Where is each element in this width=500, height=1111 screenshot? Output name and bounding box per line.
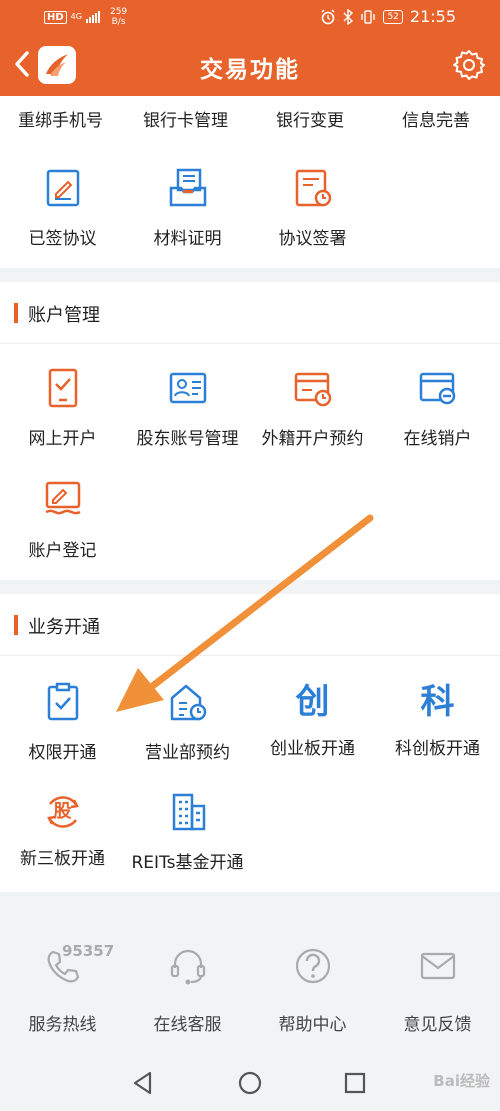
item-label: 科创板开通 xyxy=(395,739,480,759)
item-label: 在线销户 xyxy=(403,429,472,449)
item-label: 权限开通 xyxy=(28,743,97,763)
help-icon xyxy=(295,948,330,984)
alarm-icon xyxy=(321,8,335,24)
item-label: 帮助中心 xyxy=(278,1015,347,1035)
rebind-phone-link[interactable]: 重绑手机号 xyxy=(18,106,103,131)
item-label: 协议签署 xyxy=(278,229,347,249)
item-label: REITs基金开通 xyxy=(131,853,244,873)
hd-indicator: HD xyxy=(44,10,67,24)
help-center-button[interactable]: 帮助中心 xyxy=(250,946,375,1035)
close-account-item[interactable]: 在线销户 xyxy=(375,368,500,449)
app-header: 交易功能 xyxy=(0,34,500,96)
reits-item[interactable]: REITs基金开通 xyxy=(125,792,250,873)
nav-recents-icon[interactable] xyxy=(340,1068,370,1098)
item-label: 在线客服 xyxy=(153,1015,222,1035)
section-accent-bar xyxy=(14,303,18,323)
account-register-icon xyxy=(44,481,81,515)
bluetooth-icon xyxy=(343,8,354,25)
headset-icon xyxy=(170,949,205,985)
network-speed: 259 B/s xyxy=(110,7,127,27)
item-label: 外籍开户预约 xyxy=(261,429,364,449)
item-label: 已签协议 xyxy=(28,229,97,249)
battery-icon: 52 xyxy=(383,9,403,24)
clock: 21:55 xyxy=(409,7,456,26)
foreign-account-item[interactable]: 外籍开户预约 xyxy=(250,368,375,449)
foreign-account-icon xyxy=(294,372,331,407)
reits-icon xyxy=(172,793,205,831)
item-label: 材料证明 xyxy=(153,229,222,249)
top-row: 重绑手机号 银行卡管理 银行变更 信息完善 xyxy=(0,100,500,136)
permission-icon xyxy=(47,682,78,721)
close-account-icon xyxy=(419,372,455,405)
online-account-item[interactable]: 网上开户 xyxy=(0,368,125,449)
neeq-item[interactable]: 股 新三板开通 xyxy=(0,792,125,869)
signed-agreement-icon xyxy=(46,169,79,207)
online-support-button[interactable]: 在线客服 xyxy=(125,946,250,1035)
phone-icon xyxy=(47,950,79,983)
feedback-button[interactable]: 意见反馈 xyxy=(375,946,500,1035)
item-label: 服务热线 xyxy=(28,1015,97,1035)
section-header: 账户管理 xyxy=(0,282,500,344)
online-account-icon xyxy=(48,368,77,408)
permission-item[interactable]: 权限开通 xyxy=(0,682,125,763)
material-proof-icon xyxy=(169,168,206,207)
top-bar: HD 4G 259 B/s 52 21:55 交易功能 xyxy=(0,0,500,96)
shareholder-account-item[interactable]: 股东账号管理 xyxy=(125,368,250,449)
item-label: 网上开户 xyxy=(28,429,97,449)
agreement-sign-icon xyxy=(295,169,331,207)
info-complete-link[interactable]: 信息完善 xyxy=(402,106,470,131)
star-market-item[interactable]: 科 科创板开通 xyxy=(375,682,500,759)
system-nav-bar: Bai经验 xyxy=(0,1056,500,1111)
speed-value: 259 xyxy=(109,7,128,17)
item-label: 股东账号管理 xyxy=(136,429,239,449)
vibrate-icon xyxy=(361,9,376,24)
section-title: 业务开通 xyxy=(28,617,100,638)
neeq-icon: 股 xyxy=(43,792,83,832)
item-label: 营业部预约 xyxy=(145,743,230,763)
business-section: 业务开通 权限开通 营业部预约 创 创业板开通 科 科创板开通 股 新三板开通 … xyxy=(0,594,500,892)
chinext-item[interactable]: 创 创业板开通 xyxy=(250,682,375,759)
star-market-icon: 科 xyxy=(420,682,455,722)
material-proof-item[interactable]: 材料证明 xyxy=(125,168,250,249)
watermark: Bai经验 xyxy=(433,1072,490,1090)
signal-icon xyxy=(85,11,100,23)
status-bar: HD 4G 259 B/s 52 21:55 xyxy=(0,0,500,34)
agreement-sign-item[interactable]: 协议签署 xyxy=(250,168,375,249)
mail-icon xyxy=(420,952,455,980)
top-card: 重绑手机号 银行卡管理 银行变更 信息完善 已签协议 材料证明 协议签署 xyxy=(0,96,500,268)
page-title: 交易功能 xyxy=(200,57,300,83)
footer-shortcuts: 95357 服务热线 在线客服 帮助中心 意见反馈 xyxy=(0,892,500,1056)
item-label: 账户登记 xyxy=(28,541,97,561)
network-type: 4G xyxy=(70,12,82,21)
speed-unit: B/s xyxy=(111,17,126,27)
service-hotline-button[interactable]: 服务热线 xyxy=(0,946,125,1035)
gear-icon[interactable] xyxy=(452,48,486,82)
section-accent-bar xyxy=(14,615,18,635)
account-management-section: 账户管理 网上开户 股东账号管理 外籍开户预约 在线销户 账户登记 xyxy=(0,282,500,580)
nav-back-icon[interactable] xyxy=(128,1068,158,1098)
nav-home-icon[interactable] xyxy=(235,1068,265,1098)
signed-agreement-item[interactable]: 已签协议 xyxy=(0,168,125,249)
item-label: 意见反馈 xyxy=(403,1015,472,1035)
shareholder-account-icon xyxy=(169,372,206,404)
section-title: 账户管理 xyxy=(28,305,100,326)
bank-card-link[interactable]: 银行卡管理 xyxy=(143,106,228,131)
bank-change-link[interactable]: 银行变更 xyxy=(276,106,344,131)
account-register-item[interactable]: 账户登记 xyxy=(0,480,125,561)
neeq-glyph: 股 xyxy=(53,801,72,822)
branch-appointment-item[interactable]: 营业部预约 xyxy=(125,682,250,763)
item-label: 新三板开通 xyxy=(20,849,105,869)
item-label: 创业板开通 xyxy=(270,739,355,759)
chinext-icon: 创 xyxy=(295,682,330,722)
branch-appointment-icon xyxy=(170,684,206,721)
section-header: 业务开通 xyxy=(0,594,500,656)
